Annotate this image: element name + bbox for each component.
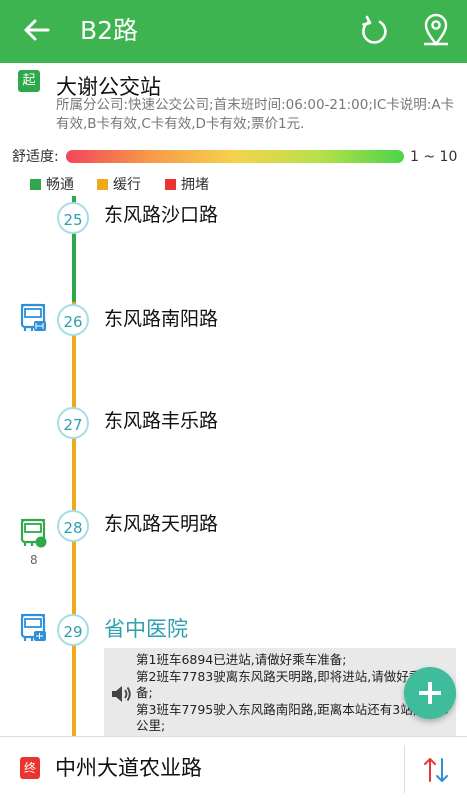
stop-number: 27 [57,407,89,439]
notice-line: 第1班车6894已进站,请做好乘车准备; [136,652,347,667]
add-fab-button[interactable] [404,667,456,719]
bus-icon[interactable] [20,613,48,643]
refresh-icon[interactable] [358,15,390,47]
stop-name[interactable]: 东风路天明路 [104,511,218,537]
location-pin-icon[interactable] [420,13,452,47]
divider [404,745,405,793]
current-stop-name[interactable]: 省中医院 [104,616,188,642]
route-title: B2路 [80,16,139,45]
stop-name[interactable]: 东风路南阳路 [104,306,218,332]
swap-direction-icon[interactable] [422,755,450,785]
legend-item-smooth: 畅通 [30,176,74,194]
comfort-label: 舒适度: [12,149,59,165]
comfort-gradient-bar [66,150,404,163]
bus-icon[interactable] [20,303,48,333]
stop-number: 29 [57,614,89,646]
legend-label: 缓行 [113,177,141,193]
stop-number: 28 [57,510,89,542]
end-badge: 终 [20,757,40,779]
legend-label: 畅通 [46,177,74,193]
stop-number: 26 [57,304,89,336]
stop-name[interactable]: 东风路丰乐路 [104,408,218,434]
legend-item-jam: 拥堵 [165,176,209,194]
end-station-name: 中州大道农业路 [55,756,202,780]
bus-count: 8 [30,553,38,567]
back-arrow-icon[interactable] [22,16,50,44]
speaker-icon[interactable] [110,684,132,704]
legend-swatch [97,179,108,190]
legend-label: 拥堵 [181,177,209,193]
stop-number: 25 [57,202,89,234]
plus-icon [428,682,432,704]
terminal-bar: 终 中州大道农业路 [0,736,467,801]
legend-item-slow: 缓行 [97,176,141,194]
legend-swatch [165,179,176,190]
bus-icon[interactable] [20,518,48,548]
top-app-bar: B2路 [0,0,467,63]
comfort-range: 1 ~ 10 [410,149,458,165]
notice-line: 第3班车7795驶入东风路南阳路,距离本站还有3站,共2.0公里; [136,701,450,734]
legend-swatch [30,179,41,190]
stop-name[interactable]: 东风路沙口路 [104,202,218,228]
start-badge: 起 [18,70,40,92]
route-info: 所属分公司:快速公交公司;首末班时间:06:00-21:00;IC卡说明:A卡有… [56,97,455,132]
